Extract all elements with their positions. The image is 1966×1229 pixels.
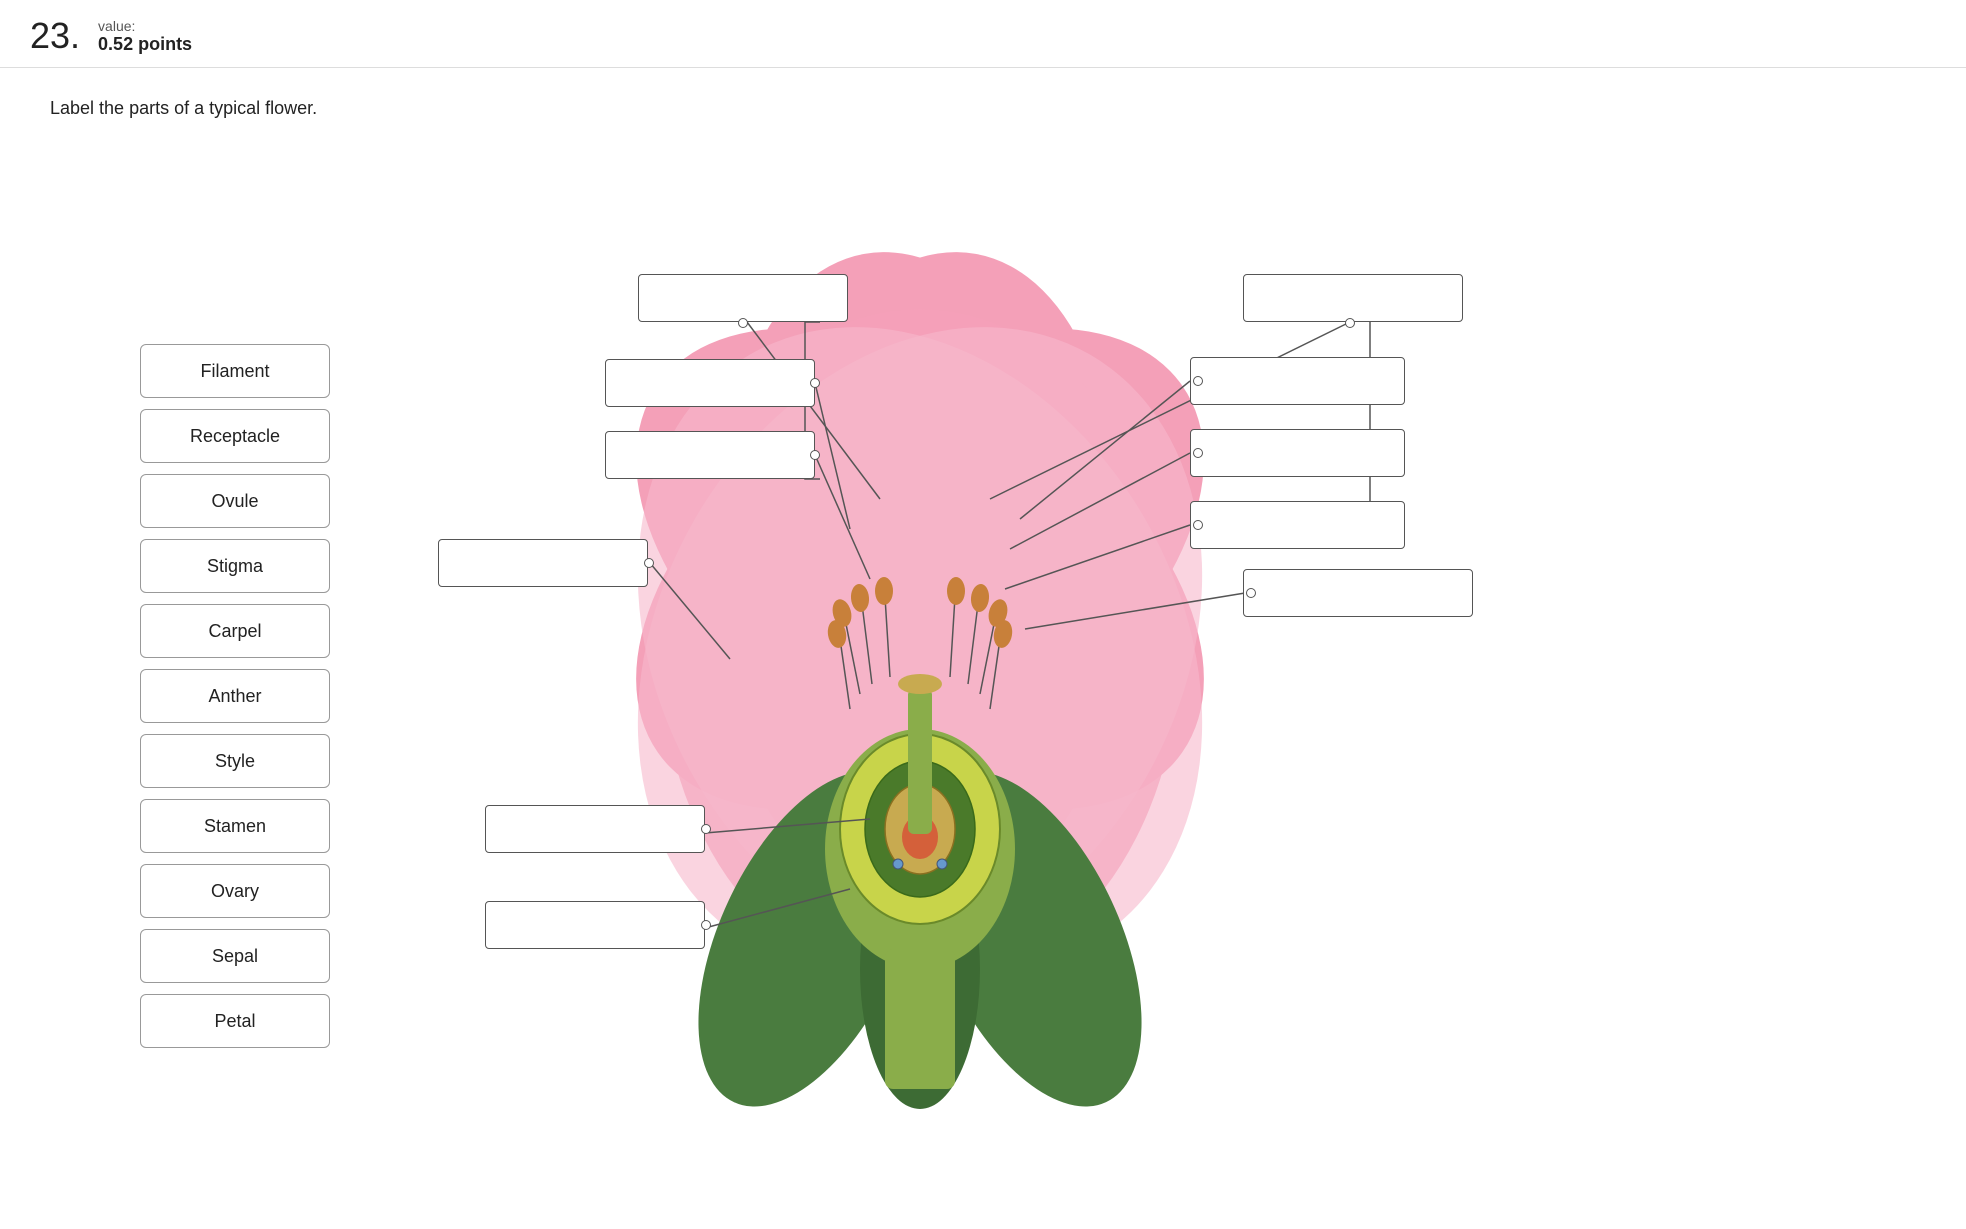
answer-box-2[interactable] [605,359,815,407]
word-box-anther[interactable]: Anther [140,669,330,723]
dot-5 [701,824,711,834]
question-value: value: 0.52 points [98,18,192,55]
answer-box-9[interactable] [1190,429,1405,477]
word-box-ovule[interactable]: Ovule [140,474,330,528]
word-box-petal[interactable]: Petal [140,994,330,1048]
word-box-stamen[interactable]: Stamen [140,799,330,853]
answer-box-7[interactable] [1243,274,1463,322]
question-number: 23. [30,18,80,54]
dot-7 [1345,318,1355,328]
question-text: Label the parts of a typical flower. [50,98,1916,119]
answer-box-5[interactable] [485,805,705,853]
value-label: value: [98,18,192,34]
answer-box-4[interactable] [438,539,648,587]
answer-box-11[interactable] [1243,569,1473,617]
word-box-filament[interactable]: Filament [140,344,330,398]
word-box-ovary[interactable]: Ovary [140,864,330,918]
dot-6 [701,920,711,930]
dot-3 [810,450,820,460]
dot-9 [1193,448,1203,458]
answer-box-10[interactable] [1190,501,1405,549]
question-body: Label the parts of a typical flower. Fil… [0,68,1966,1229]
dot-8 [1193,376,1203,386]
points-value: 0.52 points [98,34,192,55]
answer-box-8[interactable] [1190,357,1405,405]
dot-10 [1193,520,1203,530]
answer-box-3[interactable] [605,431,815,479]
answer-box-6[interactable] [485,901,705,949]
dot-4 [644,558,654,568]
word-box-carpel[interactable]: Carpel [140,604,330,658]
word-box-style[interactable]: Style [140,734,330,788]
dot-1 [738,318,748,328]
question-header: 23. value: 0.52 points [0,0,1966,68]
diagram-area: Filament Receptacle Ovule Stigma Carpel … [50,149,1910,1199]
dot-11 [1246,588,1256,598]
word-box-sepal[interactable]: Sepal [140,929,330,983]
dot-2 [810,378,820,388]
answer-box-1[interactable] [638,274,848,322]
word-box-receptacle[interactable]: Receptacle [140,409,330,463]
word-box-stigma[interactable]: Stigma [140,539,330,593]
